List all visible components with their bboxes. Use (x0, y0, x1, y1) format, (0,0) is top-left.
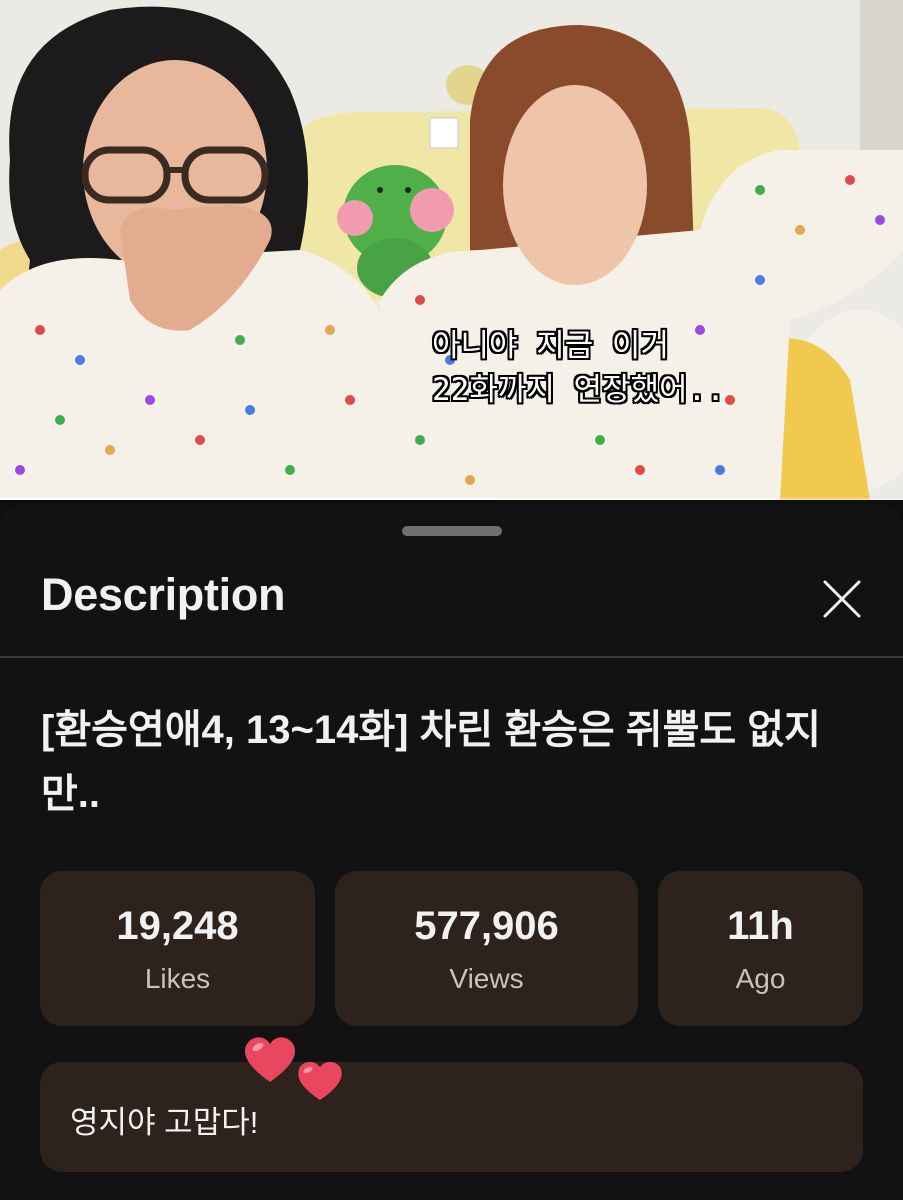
upload-time-value: 11h (727, 903, 794, 948)
video-title: [환승연애4, 13~14화] 차린 환승은 쥐뿔도 없지만.. (41, 708, 821, 816)
description-sheet: Description [환승연애4, 13~14화] 차린 환승은 쥐뿔도 없… (0, 505, 903, 1200)
upload-time-stat: 11h Ago (658, 871, 863, 1026)
upload-time-label: Ago (735, 962, 786, 994)
likes-stat: 19,248 Likes (40, 871, 315, 1026)
views-label: Views (449, 962, 524, 994)
description-box[interactable]: 영지야 고맙다! (40, 1062, 863, 1172)
close-button[interactable] (812, 569, 872, 629)
likes-label: Likes (144, 962, 211, 994)
header-divider (0, 656, 903, 658)
video-subtitle: 아니야 지금 이거 22화까지 연장했어.. (432, 324, 725, 412)
views-count: 577,906 (414, 903, 559, 948)
sheet-title: Description (41, 569, 286, 620)
video-player[interactable]: 아니야 지금 이거 22화까지 연장했어.. (0, 0, 903, 500)
drag-handle[interactable] (402, 526, 502, 536)
heart-stickers (245, 1037, 342, 1100)
description-text: 영지야 고맙다! (70, 1105, 259, 1140)
likes-count: 19,248 (116, 903, 239, 948)
video-frame-illustration (0, 0, 903, 500)
video-progress-fill (0, 498, 497, 500)
views-stat: 577,906 Views (335, 871, 638, 1026)
heart-sticker-icon (298, 1061, 342, 1100)
subtitle-line-1: 아니야 지금 이거 (432, 328, 669, 364)
heart-sticker-icon (245, 1037, 295, 1082)
video-progress-bar[interactable] (0, 498, 903, 500)
close-icon (823, 580, 861, 618)
subtitle-line-2: 22화까지 연장했어.. (432, 372, 725, 408)
